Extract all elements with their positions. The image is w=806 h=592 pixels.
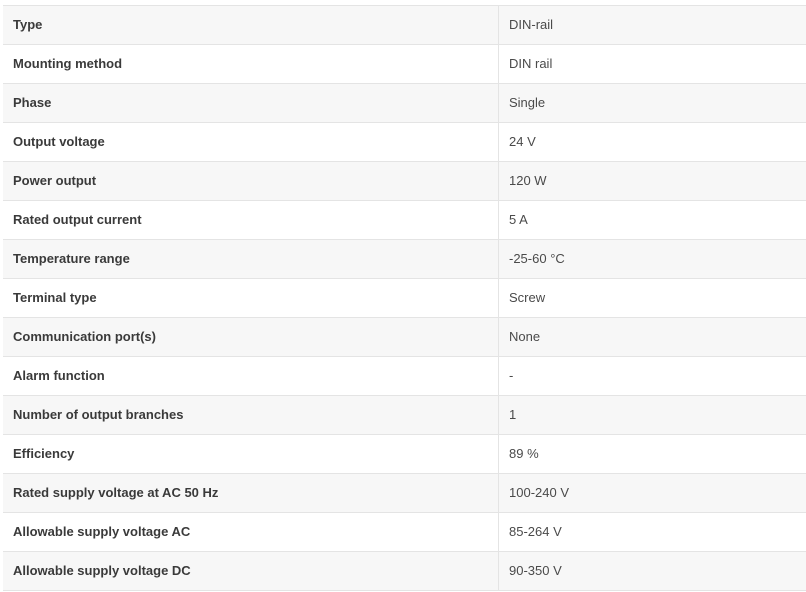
spec-row-output-voltage: Output voltage 24 V bbox=[3, 122, 806, 162]
spec-label: Type bbox=[3, 5, 499, 45]
spec-value: 5 A bbox=[498, 200, 806, 240]
spec-value: DIN-rail bbox=[498, 5, 806, 45]
spec-value: DIN rail bbox=[498, 44, 806, 84]
spec-value: -25-60 °C bbox=[498, 239, 806, 279]
spec-label: Number of output branches bbox=[3, 395, 499, 435]
spec-value: None bbox=[498, 317, 806, 357]
spec-row-rated-supply-voltage-ac-50hz: Rated supply voltage at AC 50 Hz 100-240… bbox=[3, 473, 806, 513]
spec-row-number-of-output-branches: Number of output branches 1 bbox=[3, 395, 806, 435]
specifications-table-body: Type DIN-rail Mounting method DIN rail P… bbox=[3, 5, 806, 591]
spec-label: Power output bbox=[3, 161, 499, 201]
spec-row-rated-output-current: Rated output current 5 A bbox=[3, 200, 806, 240]
spec-row-power-output: Power output 120 W bbox=[3, 161, 806, 201]
spec-value: 100-240 V bbox=[498, 473, 806, 513]
spec-row-alarm-function: Alarm function - bbox=[3, 356, 806, 396]
spec-value: 24 V bbox=[498, 122, 806, 162]
spec-value: - bbox=[498, 356, 806, 396]
spec-label: Output voltage bbox=[3, 122, 499, 162]
spec-value: 85-264 V bbox=[498, 512, 806, 552]
spec-label: Alarm function bbox=[3, 356, 499, 396]
spec-label: Communication port(s) bbox=[3, 317, 499, 357]
spec-row-communication-ports: Communication port(s) None bbox=[3, 317, 806, 357]
spec-row-efficiency: Efficiency 89 % bbox=[3, 434, 806, 474]
spec-row-mounting-method: Mounting method DIN rail bbox=[3, 44, 806, 84]
spec-label: Allowable supply voltage DC bbox=[3, 551, 499, 591]
spec-label: Terminal type bbox=[3, 278, 499, 318]
spec-label: Rated output current bbox=[3, 200, 499, 240]
spec-value: Single bbox=[498, 83, 806, 123]
spec-label: Phase bbox=[3, 83, 499, 123]
spec-row-type: Type DIN-rail bbox=[3, 5, 806, 45]
spec-row-temperature-range: Temperature range -25-60 °C bbox=[3, 239, 806, 279]
spec-value: 89 % bbox=[498, 434, 806, 474]
spec-label: Mounting method bbox=[3, 44, 499, 84]
spec-value: 90-350 V bbox=[498, 551, 806, 591]
specifications-table: Type DIN-rail Mounting method DIN rail P… bbox=[3, 5, 806, 591]
spec-value: 1 bbox=[498, 395, 806, 435]
spec-label: Temperature range bbox=[3, 239, 499, 279]
spec-row-phase: Phase Single bbox=[3, 83, 806, 123]
spec-row-terminal-type: Terminal type Screw bbox=[3, 278, 806, 318]
spec-label: Allowable supply voltage AC bbox=[3, 512, 499, 552]
spec-label: Efficiency bbox=[3, 434, 499, 474]
spec-row-allowable-supply-voltage-dc: Allowable supply voltage DC 90-350 V bbox=[3, 551, 806, 591]
spec-value: 120 W bbox=[498, 161, 806, 201]
spec-value: Screw bbox=[498, 278, 806, 318]
spec-row-allowable-supply-voltage-ac: Allowable supply voltage AC 85-264 V bbox=[3, 512, 806, 552]
spec-label: Rated supply voltage at AC 50 Hz bbox=[3, 473, 499, 513]
